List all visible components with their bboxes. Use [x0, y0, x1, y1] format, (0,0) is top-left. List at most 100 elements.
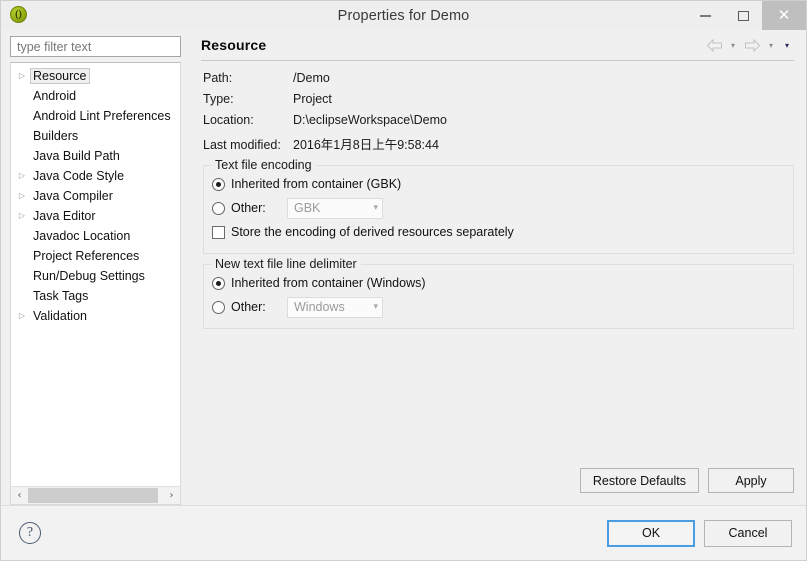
settings-tree: ▷ Resource Android Android Lint Preferen…: [10, 62, 181, 505]
checkbox-store-derived[interactable]: [212, 225, 225, 239]
tree-horizontal-scrollbar[interactable]: ‹ ›: [11, 486, 180, 504]
encoding-inherited-row[interactable]: Inherited from container (GBK): [212, 172, 785, 196]
chevron-down-icon: ▾: [373, 302, 378, 312]
window-controls: ✕: [686, 1, 806, 30]
tree-item-label: Task Tags: [33, 289, 89, 303]
sidebar-item-run-debug-settings[interactable]: Run/Debug Settings: [11, 266, 180, 286]
filter-box[interactable]: [10, 36, 181, 57]
sidebar-item-java-compiler[interactable]: ▷ Java Compiler: [11, 186, 180, 206]
last-modified-label: Last modified:: [203, 138, 281, 152]
sidebar-item-task-tags[interactable]: Task Tags: [11, 286, 180, 306]
chevron-right-icon[interactable]: ▷: [14, 212, 30, 220]
path-label: Path:: [203, 71, 233, 85]
cancel-button[interactable]: Cancel: [704, 519, 792, 547]
delimiter-other-label: Other:: [231, 300, 266, 314]
ok-button[interactable]: OK: [607, 519, 695, 547]
delimiter-inherited-row[interactable]: Inherited from container (Windows): [212, 271, 785, 295]
encoding-other-row[interactable]: Other: GBK ▾: [212, 196, 785, 220]
tree-item-label: Resource: [30, 68, 90, 84]
delimiter-combo-value: Windows: [294, 300, 345, 314]
sidebar-item-project-references[interactable]: Project References: [11, 246, 180, 266]
tree-item-label: Java Compiler: [33, 189, 113, 203]
back-arrow-icon[interactable]: [704, 36, 724, 54]
forward-arrow-icon[interactable]: [742, 36, 762, 54]
sidebar-item-android-lint-preferences[interactable]: Android Lint Preferences: [11, 106, 180, 126]
resource-properties-form: Path: /Demo Type: Project Location: D:\e…: [199, 61, 794, 505]
sidebar-item-javadoc-location[interactable]: Javadoc Location: [11, 226, 180, 246]
chevron-right-icon[interactable]: ▷: [14, 172, 30, 180]
delimiter-other-row[interactable]: Other: Windows ▾: [212, 295, 785, 319]
scrollbar-track[interactable]: [28, 487, 163, 504]
group-title-delimiter: New text file line delimiter: [211, 257, 361, 271]
minimize-icon: [699, 14, 711, 17]
delimiter-combo[interactable]: Windows ▾: [287, 296, 383, 318]
property-row-type: Type: Project: [203, 92, 794, 113]
sidebar-item-builders[interactable]: Builders: [11, 126, 180, 146]
type-value: Project: [293, 92, 332, 106]
forward-dropdown-icon[interactable]: ▾: [764, 36, 778, 54]
tree-item-label: Builders: [33, 129, 79, 143]
navigation-toolbar: ▾ ▾ ▾: [704, 36, 794, 54]
page-title: Resource: [201, 37, 267, 53]
tree-item-label: Android Lint Preferences: [33, 109, 171, 123]
view-menu-icon[interactable]: ▾: [780, 36, 794, 54]
title-bar[interactable]: () Properties for Demo ✕: [1, 1, 806, 30]
last-modified-value: 2016年1月8日上午9:58:44: [293, 138, 439, 152]
sidebar-item-android[interactable]: Android: [11, 86, 180, 106]
dialog-footer: ? OK Cancel: [1, 505, 806, 560]
scroll-right-icon[interactable]: ›: [163, 487, 180, 504]
tree-item-label: Java Code Style: [33, 169, 125, 183]
encoding-inherited-label: Inherited from container (GBK): [231, 177, 402, 191]
content-pane: Resource ▾ ▾ ▾ Path: /Demo Type: Project…: [199, 30, 806, 505]
chevron-right-icon[interactable]: ▷: [14, 312, 30, 320]
close-icon: ✕: [777, 6, 791, 24]
radio-encoding-inherited[interactable]: [212, 177, 225, 191]
property-row-location: Location: D:\eclipseWorkspace\Demo: [203, 113, 794, 134]
chevron-down-icon: ▾: [373, 203, 378, 213]
navigation-pane: ▷ Resource Android Android Lint Preferen…: [1, 30, 189, 505]
tree-item-label: Java Editor: [33, 209, 96, 223]
encoding-combo-value: GBK: [294, 201, 321, 215]
property-row-path: Path: /Demo: [203, 71, 794, 92]
sidebar-item-java-build-path[interactable]: Java Build Path: [11, 146, 180, 166]
back-dropdown-icon[interactable]: ▾: [726, 36, 740, 54]
scrollbar-thumb[interactable]: [28, 488, 158, 503]
path-value: /Demo: [293, 71, 330, 85]
tree-item-label: Project References: [33, 249, 140, 263]
chevron-right-icon[interactable]: ▷: [14, 192, 30, 200]
scroll-left-icon[interactable]: ‹: [11, 487, 28, 504]
dialog-body: ▷ Resource Android Android Lint Preferen…: [1, 30, 806, 505]
location-label: Location:: [203, 113, 254, 127]
tree-item-label: Run/Debug Settings: [33, 269, 145, 283]
tree-item-label: Javadoc Location: [33, 229, 131, 243]
sidebar-item-resource[interactable]: ▷ Resource: [11, 66, 180, 86]
tree-item-label: Validation: [33, 309, 87, 323]
delimiter-inherited-label: Inherited from container (Windows): [231, 276, 426, 290]
maximize-button[interactable]: [724, 1, 762, 30]
maximize-icon: [737, 10, 749, 21]
tree-item-label: Java Build Path: [33, 149, 120, 163]
sidebar-item-validation[interactable]: ▷ Validation: [11, 306, 180, 326]
close-button[interactable]: ✕: [762, 1, 806, 30]
minimize-button[interactable]: [686, 1, 724, 30]
tree-item-label: Android: [33, 89, 77, 103]
sidebar-item-java-editor[interactable]: ▷ Java Editor: [11, 206, 180, 226]
tree-items: ▷ Resource Android Android Lint Preferen…: [11, 63, 180, 486]
pane-divider[interactable]: [189, 30, 199, 505]
apply-button[interactable]: Apply: [708, 468, 794, 493]
radio-delimiter-other[interactable]: [212, 300, 225, 314]
radio-delimiter-inherited[interactable]: [212, 276, 225, 290]
store-derived-row[interactable]: Store the encoding of derived resources …: [212, 220, 785, 244]
help-icon[interactable]: ?: [19, 522, 41, 544]
search-input[interactable]: [15, 38, 176, 55]
store-derived-label: Store the encoding of derived resources …: [231, 225, 514, 239]
radio-encoding-other[interactable]: [212, 201, 225, 215]
eclipse-project-icon: (): [10, 6, 27, 23]
property-row-last-modified: Last modified: 2016年1月8日上午9:58:44: [203, 134, 794, 155]
encoding-combo[interactable]: GBK ▾: [287, 197, 383, 219]
restore-defaults-button[interactable]: Restore Defaults: [579, 468, 699, 493]
sidebar-item-java-code-style[interactable]: ▷ Java Code Style: [11, 166, 180, 186]
chevron-right-icon[interactable]: ▷: [14, 72, 30, 80]
properties-dialog: () Properties for Demo ✕ ▷: [0, 0, 807, 561]
type-label: Type:: [203, 92, 234, 106]
